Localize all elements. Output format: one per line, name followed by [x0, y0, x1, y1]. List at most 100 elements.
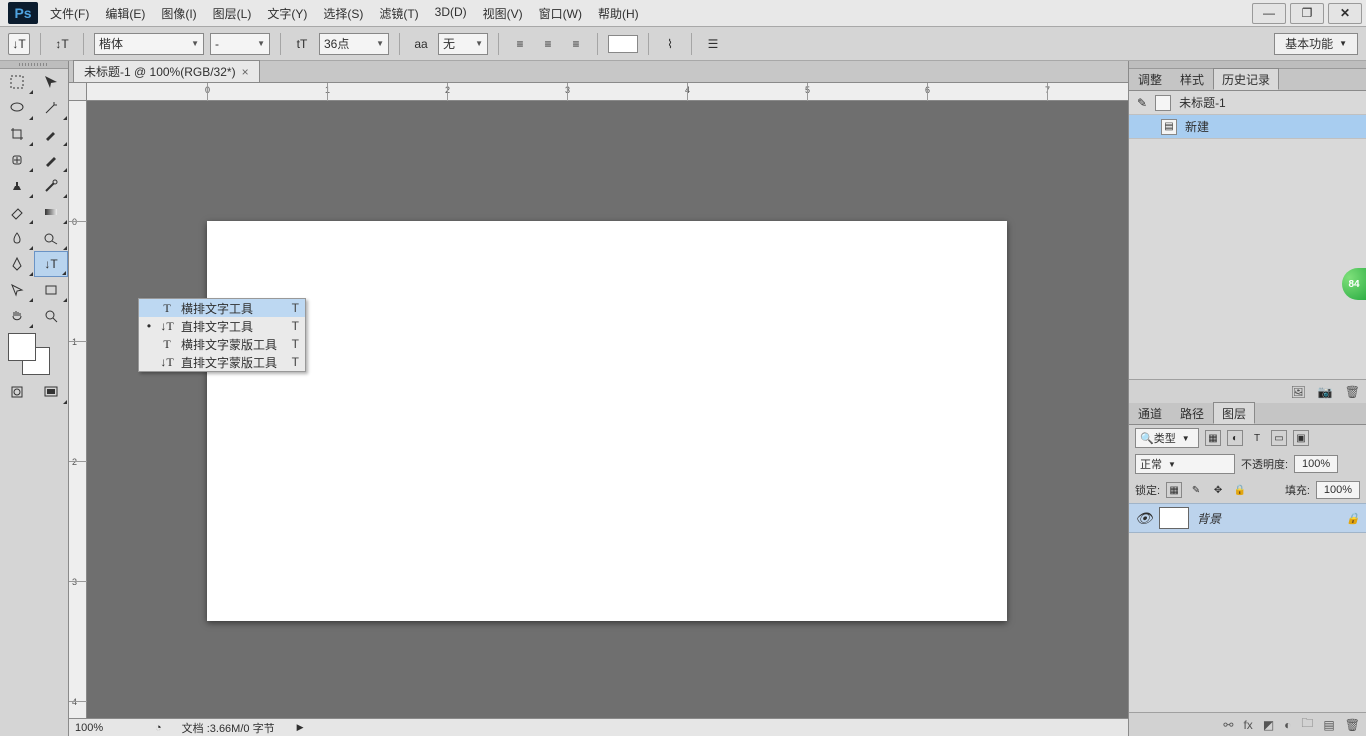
minimize-button[interactable]: — [1252, 3, 1286, 24]
zoom-slider-icon[interactable]: ◔ [155, 722, 162, 734]
move-tool[interactable] [34, 69, 68, 95]
lock-transparency-icon[interactable]: ▦ [1166, 482, 1182, 498]
tab-paths[interactable]: 路径 [1171, 402, 1213, 424]
align-right-button[interactable]: ≡ [565, 33, 587, 55]
flyout-vertical-type-mask[interactable]: ↓T 直排文字蒙版工具 T [139, 353, 305, 371]
lock-paint-icon[interactable]: ✎ [1188, 482, 1204, 498]
warp-text-button[interactable]: ⌇ [659, 33, 681, 55]
trash-icon[interactable]: 🗑 [1345, 385, 1360, 399]
workspace-switcher[interactable]: 基本功能 ▼ [1274, 33, 1358, 55]
maximize-button[interactable]: ❐ [1290, 3, 1324, 24]
close-tab-icon[interactable]: × [242, 65, 249, 79]
create-snapshot-icon[interactable]: 🖼 [1291, 385, 1306, 399]
camera-icon[interactable]: 📷 [1318, 385, 1333, 399]
menu-image[interactable]: 图像(I) [153, 1, 204, 26]
zoom-tool[interactable] [34, 303, 68, 329]
filter-adjustment-icon[interactable]: ◐ [1227, 430, 1243, 446]
gradient-tool[interactable] [34, 199, 68, 225]
text-orientation-button[interactable]: ↕T [51, 33, 73, 55]
foreground-color-swatch[interactable] [8, 333, 36, 361]
layer-fx-icon[interactable]: fx [1243, 718, 1252, 732]
flyout-horizontal-type[interactable]: T 横排文字工具 T [139, 299, 305, 317]
close-button[interactable]: ✕ [1328, 3, 1362, 24]
tab-adjustments[interactable]: 调整 [1129, 68, 1171, 90]
menu-window[interactable]: 窗口(W) [531, 1, 590, 26]
rectangle-tool[interactable] [34, 277, 68, 303]
link-layers-icon[interactable]: ⚯ [1223, 718, 1233, 732]
menu-3d[interactable]: 3D(D) [427, 1, 475, 26]
dodge-tool[interactable] [34, 225, 68, 251]
flyout-horizontal-type-mask[interactable]: T 横排文字蒙版工具 T [139, 335, 305, 353]
crop-tool[interactable] [0, 121, 34, 147]
layer-thumbnail[interactable] [1159, 507, 1189, 529]
history-document-row[interactable]: ✎ 未标题-1 [1129, 91, 1366, 115]
visibility-eye-icon[interactable]: 👁 [1135, 510, 1151, 527]
menu-edit[interactable]: 编辑(E) [97, 1, 153, 26]
opacity-value[interactable]: 100% [1294, 455, 1338, 473]
tab-styles[interactable]: 样式 [1171, 68, 1213, 90]
filter-shape-icon[interactable]: ▭ [1271, 430, 1287, 446]
blur-tool[interactable] [0, 225, 34, 251]
menu-layer[interactable]: 图层(L) [205, 1, 260, 26]
document-tab[interactable]: 未标题-1 @ 100%(RGB/32*) × [73, 60, 260, 82]
layer-filter-kind[interactable]: 🔍 类型▼ [1135, 428, 1199, 448]
layer-mask-icon[interactable]: ◩ [1263, 718, 1274, 732]
lock-all-icon[interactable]: 🔒 [1232, 482, 1248, 498]
character-panel-button[interactable]: ☰ [702, 33, 724, 55]
horizontal-ruler[interactable]: 012345678910 [87, 83, 1128, 101]
filter-smart-icon[interactable]: ▣ [1293, 430, 1309, 446]
filter-pixel-icon[interactable]: ▦ [1205, 430, 1221, 446]
zoom-level[interactable]: 100% [75, 722, 135, 734]
healing-brush-tool[interactable] [0, 147, 34, 173]
layer-name[interactable]: 背景 [1197, 510, 1221, 527]
brush-tool[interactable] [34, 147, 68, 173]
ruler-origin[interactable] [69, 83, 87, 101]
menu-text[interactable]: 文字(Y) [259, 1, 315, 26]
tab-channels[interactable]: 通道 [1129, 402, 1171, 424]
color-picker[interactable] [0, 329, 68, 379]
lasso-tool[interactable] [0, 95, 34, 121]
text-color-swatch[interactable] [608, 35, 638, 53]
lock-position-icon[interactable]: ✥ [1210, 482, 1226, 498]
info-arrow-icon[interactable]: ▶ [297, 722, 304, 733]
font-family-select[interactable]: 楷体 ▼ [94, 33, 204, 55]
toolbox-handle[interactable] [0, 61, 68, 69]
font-size-select[interactable]: 36点 ▼ [319, 33, 389, 55]
history-brush-tool[interactable] [34, 173, 68, 199]
canvas[interactable] [207, 221, 1007, 621]
magic-wand-tool[interactable] [34, 95, 68, 121]
path-selection-tool[interactable] [0, 277, 34, 303]
tab-history[interactable]: 历史记录 [1213, 68, 1279, 90]
eyedropper-tool[interactable] [34, 121, 68, 147]
layer-row-background[interactable]: 👁 背景 🔒 [1129, 503, 1366, 533]
vertical-type-tool[interactable]: ↓T [34, 251, 68, 277]
new-layer-icon[interactable]: ▤ [1323, 718, 1334, 732]
menu-filter[interactable]: 滤镜(T) [371, 1, 426, 26]
trash-icon[interactable]: 🗑 [1345, 718, 1360, 732]
align-left-button[interactable]: ≡ [509, 33, 531, 55]
screen-mode-button[interactable] [34, 379, 68, 405]
vertical-text-tool-icon[interactable]: ↓T [8, 33, 30, 55]
blend-mode-select[interactable]: 正常▼ [1135, 454, 1235, 474]
fill-value[interactable]: 100% [1316, 481, 1360, 499]
canvas-viewport[interactable] [87, 101, 1128, 700]
doc-info[interactable]: 文档 :3.66M/0 字节 [182, 720, 275, 736]
group-icon[interactable]: 🗀 [1301, 714, 1313, 735]
quick-mask-button[interactable] [0, 379, 34, 405]
clone-stamp-tool[interactable] [0, 173, 34, 199]
menu-select[interactable]: 选择(S) [315, 1, 371, 26]
tab-layers[interactable]: 图层 [1213, 402, 1255, 424]
filter-type-icon[interactable]: T [1249, 430, 1265, 446]
hand-tool[interactable] [0, 303, 34, 329]
vertical-ruler[interactable]: 01234 [69, 101, 87, 718]
menu-help[interactable]: 帮助(H) [590, 1, 647, 26]
menu-file[interactable]: 文件(F) [42, 1, 97, 26]
antialias-select[interactable]: 无 ▼ [438, 33, 488, 55]
font-style-select[interactable]: - ▼ [210, 33, 270, 55]
marquee-tool[interactable] [0, 69, 34, 95]
pen-tool[interactable] [0, 251, 34, 277]
menu-view[interactable]: 视图(V) [475, 1, 531, 26]
flyout-vertical-type[interactable]: • ↓T 直排文字工具 T [139, 317, 305, 335]
history-step-row[interactable]: ▤ 新建 [1129, 115, 1366, 139]
align-center-button[interactable]: ≡ [537, 33, 559, 55]
